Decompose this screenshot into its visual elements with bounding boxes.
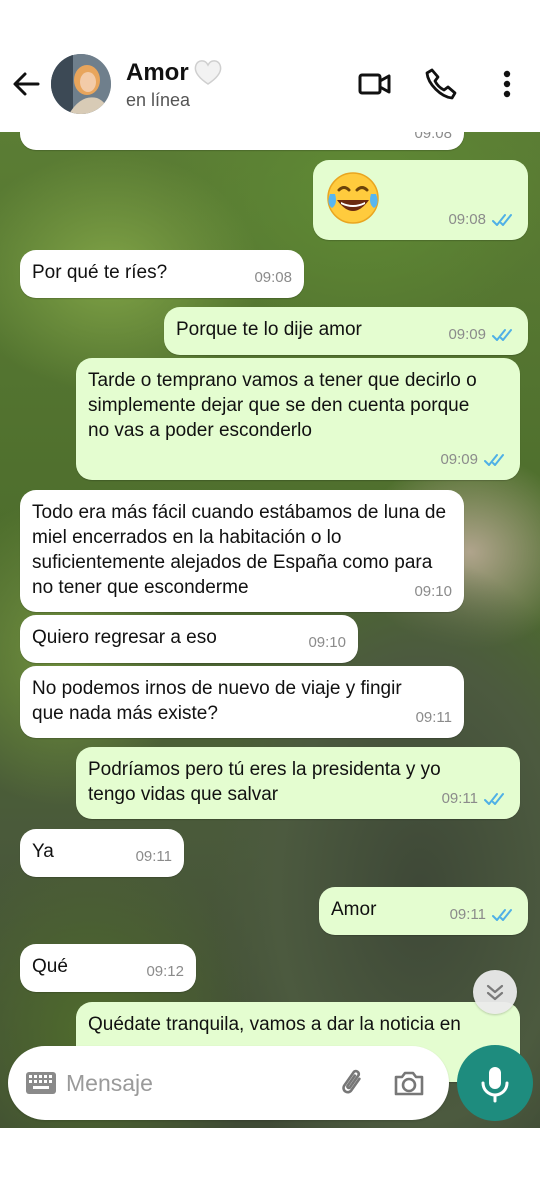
face-with-tears-of-joy-icon — [327, 172, 379, 224]
message-time: 09:09 — [448, 326, 486, 343]
message-time: 09:12 — [146, 963, 184, 980]
message-time: 09:08 — [448, 211, 486, 228]
chat-area[interactable]: 09:08 09:08 Por qué te ríes? 09:08 Porqu… — [0, 132, 540, 1128]
message-text: No podemos irnos de nuevo de viaje y fin… — [32, 678, 402, 724]
message-text: Podríamos pero tú eres la presidenta y y… — [88, 759, 441, 805]
scroll-down-button[interactable] — [473, 970, 517, 1014]
contact-status: en línea — [126, 90, 191, 110]
message-incoming[interactable]: 09:08 — [20, 132, 464, 150]
message-time: 09:11 — [449, 906, 486, 923]
message-incoming[interactable]: Ya 09:11 — [20, 829, 184, 877]
message-time: 09:11 — [135, 848, 172, 865]
message-composer[interactable]: Mensaje — [8, 1046, 449, 1120]
read-ticks-icon — [484, 453, 504, 466]
read-ticks-icon — [492, 908, 512, 921]
message-input[interactable]: Mensaje — [66, 1070, 153, 1097]
microphone-icon — [481, 1067, 509, 1103]
more-options-icon[interactable] — [489, 66, 525, 102]
message-outgoing[interactable]: Podríamos pero tú eres la presidenta y y… — [76, 747, 520, 819]
message-text: Por qué te ríes? — [32, 262, 168, 283]
contact-name[interactable]: Amor — [126, 59, 189, 87]
message-incoming[interactable]: Por qué te ríes? 09:08 — [20, 250, 304, 298]
read-ticks-icon — [492, 213, 512, 226]
message-incoming[interactable]: Qué 09:12 — [20, 944, 196, 992]
message-text: Todo era más fácil cuando estábamos de l… — [32, 502, 447, 598]
message-time: 09:08 — [254, 269, 292, 286]
attach-icon[interactable] — [336, 1066, 370, 1100]
bottom-area — [0, 1128, 540, 1200]
message-incoming[interactable]: Todo era más fácil cuando estábamos de l… — [20, 490, 464, 612]
message-outgoing[interactable]: 09:08 — [313, 160, 528, 240]
message-outgoing[interactable]: Tarde o temprano vamos a tener que decir… — [76, 358, 520, 480]
back-arrow-icon[interactable] — [10, 68, 42, 100]
chat-header: Amor en línea — [0, 0, 540, 132]
message-time: 09:09 — [440, 451, 478, 468]
phone-icon[interactable] — [423, 66, 459, 102]
video-call-icon[interactable] — [357, 66, 393, 102]
heart-icon — [193, 58, 223, 86]
message-time: 09:11 — [415, 709, 452, 726]
message-time: 09:11 — [441, 790, 478, 807]
message-text: Tarde o temprano vamos a tener que decir… — [88, 370, 477, 441]
message-incoming[interactable]: Quiero regresar a eso 09:10 — [20, 615, 358, 663]
microphone-button[interactable] — [457, 1045, 533, 1121]
message-incoming[interactable]: No podemos irnos de nuevo de viaje y fin… — [20, 666, 464, 738]
message-outgoing[interactable]: Porque te lo dije amor 09:09 — [164, 307, 528, 355]
camera-icon[interactable] — [392, 1066, 426, 1100]
message-time: 09:10 — [308, 634, 346, 651]
message-outgoing[interactable]: Amor 09:11 — [319, 887, 528, 935]
read-ticks-icon — [492, 328, 512, 341]
message-time: 09:08 — [414, 132, 452, 142]
keyboard-icon[interactable] — [25, 1071, 57, 1095]
scroll-down-icon — [486, 984, 504, 1001]
message-time: 09:10 — [414, 583, 452, 600]
avatar[interactable] — [51, 54, 111, 114]
read-ticks-icon — [484, 792, 504, 805]
message-text: Quédate tranquila, vamos a dar la notici… — [88, 1014, 461, 1035]
message-text: Quiero regresar a eso — [32, 627, 217, 648]
